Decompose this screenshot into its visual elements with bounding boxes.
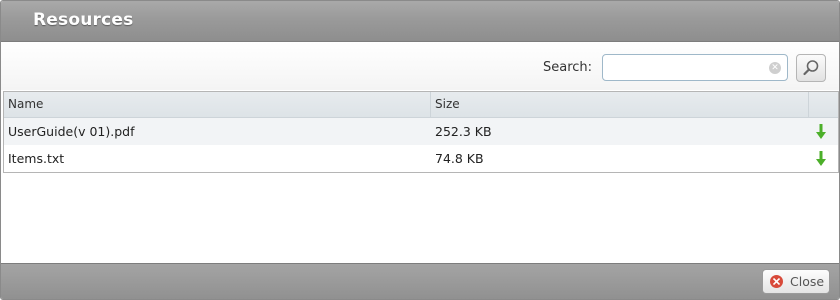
search-input[interactable]: ✕ [602,54,788,81]
resources-table: Name Size UserGuide(v 01).pdf 252.3 KB I… [3,91,839,173]
file-size-cell: 252.3 KB [435,124,492,139]
file-name-cell: UserGuide(v 01).pdf [8,124,135,139]
dialog-footer: Close [1,263,839,299]
dialog-titlebar[interactable]: Resources [1,1,839,42]
table-row[interactable]: UserGuide(v 01).pdf 252.3 KB [4,118,838,145]
download-arrow-icon[interactable] [816,124,826,139]
file-name-cell: Items.txt [8,151,65,166]
resources-dialog: Resources Search: ✕ Name Size UserGuide(… [0,0,840,300]
search-button[interactable] [796,54,826,82]
download-arrow-icon[interactable] [816,151,826,166]
magnifier-icon [803,60,819,76]
table-row[interactable]: Items.txt 74.8 KB [4,145,838,172]
dialog-title: Resources [33,10,134,30]
column-header-actions [809,92,838,117]
table-header: Name Size [4,92,838,118]
clear-search-icon[interactable]: ✕ [769,62,781,74]
close-button-label: Close [790,274,825,289]
column-header-size[interactable]: Size [431,92,809,117]
close-circle-icon [770,275,783,288]
close-button[interactable]: Close [762,269,830,294]
search-toolbar: Search: ✕ [1,42,839,90]
search-label: Search: [543,60,593,75]
column-header-name[interactable]: Name [4,92,431,117]
file-size-cell: 74.8 KB [435,151,484,166]
